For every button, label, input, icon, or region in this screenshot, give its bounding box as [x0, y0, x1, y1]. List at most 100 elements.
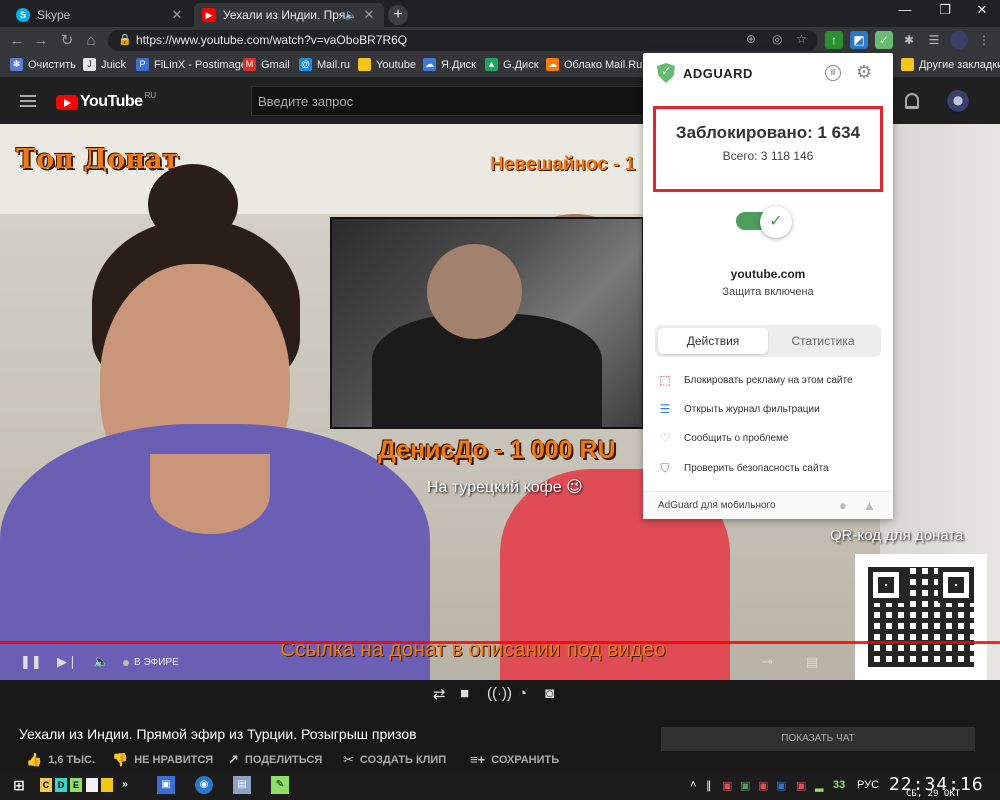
tray-app-icon[interactable]: ▣ [796, 779, 806, 792]
bookmark-item[interactable]: Другие закладки [901, 58, 1000, 71]
tray-clip-icon[interactable]: ∥ [706, 779, 712, 792]
stop-icon[interactable]: ■ [460, 685, 469, 702]
show-chat-button[interactable]: ПОКАЗАТЬ ЧАТ [661, 727, 975, 751]
like-button[interactable]: 👍 1,6 ТЫС. [26, 752, 95, 768]
broadcast-icon[interactable]: ((·)) [487, 685, 512, 702]
progress-bar[interactable] [0, 641, 1000, 644]
bookmark-label: Облако Mail.Ru [564, 58, 643, 71]
windows-taskbar: ⊞ C D E » ▣ ◉ ▤ ✎ ˄ ∥ ▣ ▣ ▣ ▣ ▣ ▂ 33 РУС [0, 772, 1000, 800]
new-tab-button[interactable]: + [388, 5, 408, 25]
tray-app-icon[interactable]: ▣ [740, 779, 750, 792]
browser-icon[interactable]: ◉ [195, 776, 213, 794]
bookmark-label: Juick [101, 58, 127, 71]
region-code: RU [144, 90, 157, 100]
tab-skype[interactable]: S Skype ✕ [8, 3, 192, 27]
bookmark-item[interactable]: ☁ Я.Диск [423, 58, 476, 71]
protection-toggle[interactable]: ✓ [736, 206, 798, 238]
close-window-button[interactable]: ✕ [962, 2, 1000, 18]
bookmark-item[interactable]: ✽ Очистить [10, 58, 76, 71]
action-check-security[interactable]: ⛉ Проверить безопасность сайта [658, 461, 828, 476]
forward-icon[interactable]: → [30, 30, 52, 52]
reload-icon[interactable]: ↻ [56, 30, 78, 52]
bookmark-item[interactable]: M Gmail [243, 58, 290, 71]
apple-icon[interactable]: ● [839, 498, 847, 513]
language-indicator[interactable]: РУС [857, 779, 879, 791]
save-button[interactable]: ≡+ СОХРАНИТЬ [470, 752, 559, 767]
next-icon[interactable]: ▶❘ [57, 654, 78, 670]
tab-youtube[interactable]: ▶ Уехали из Индии. Прямой э 🔈 ✕ [194, 3, 384, 27]
menu-icon[interactable]: ⋮ [975, 31, 993, 49]
tray-app-icon[interactable]: ▣ [722, 779, 732, 792]
back-icon[interactable]: ← [6, 30, 28, 52]
folder-icon[interactable] [101, 778, 113, 792]
extension-square-icon[interactable]: ◩ [850, 31, 868, 49]
hamburger-menu-icon[interactable] [20, 95, 36, 107]
clip-button[interactable]: ✂ СОЗДАТЬ КЛИП [343, 752, 446, 768]
youtube-logo[interactable]: YouTube RU [56, 90, 157, 111]
share-button[interactable]: ↗ ПОДЕЛИТЬСЯ [228, 752, 322, 768]
address-url[interactable]: https://www.youtube.com/watch?v=vaOboBR7… [136, 33, 407, 47]
speaker-icon[interactable]: 🔈 [345, 10, 357, 21]
action-block-ads[interactable]: ⬚ Блокировать рекламу на этом сайте [658, 373, 852, 387]
adguard-footer[interactable]: AdGuard для мобильного ● ▲ [643, 491, 893, 519]
avatar[interactable] [946, 90, 970, 114]
android-icon[interactable]: ▲ [863, 498, 876, 513]
action-filter-log[interactable]: ☰ Открыть журнал фильтрации [658, 402, 820, 416]
volume-icon[interactable]: 🔈 [93, 654, 109, 670]
search-input[interactable]: Введите запрос [251, 86, 646, 116]
extension-arrow-icon[interactable]: ↑ [825, 31, 843, 49]
mobile-link[interactable]: AdGuard для мобильного [658, 500, 776, 511]
pause-icon[interactable]: ❚❚ [20, 654, 42, 670]
playlist-icon[interactable]: ☰ [925, 31, 943, 49]
site-domain: youtube.com [730, 267, 806, 281]
computer-icon[interactable]: ▤ [233, 776, 251, 794]
star-icon[interactable]: ☆ [796, 32, 807, 46]
dislike-button[interactable]: 👎 НЕ НРАВИТСЯ [112, 752, 213, 768]
tray-number[interactable]: 33 [833, 779, 845, 791]
live-indicator[interactable]: В ЭФИРЕ [123, 657, 179, 668]
address-bar[interactable]: 🔒 https://www.youtube.com/watch?v=vaOboB… [108, 30, 818, 51]
camera-icon[interactable]: ◙ [545, 685, 554, 702]
bell-icon[interactable] [905, 93, 919, 109]
tray-battery-icon[interactable]: ▂ [815, 779, 823, 792]
tray-app-icon[interactable]: ▣ [776, 779, 786, 792]
notes-icon[interactable] [86, 778, 98, 792]
minimize-button[interactable]: — [885, 2, 925, 17]
windows-start-icon[interactable]: ⊞ [10, 776, 28, 794]
bookmark-item[interactable]: @ Mail.ru [299, 58, 350, 71]
close-icon[interactable]: ✕ [170, 7, 184, 23]
folder-icon [358, 58, 371, 71]
close-icon[interactable]: ✕ [362, 7, 376, 23]
tray-app-icon[interactable]: ▣ [758, 779, 768, 792]
subtitles-icon[interactable]: ▤ [806, 654, 818, 670]
puzzle-icon[interactable]: ✱ [900, 31, 918, 49]
adguard-extension-icon[interactable]: ✓ [875, 31, 893, 49]
restore-button[interactable]: ❐ [925, 2, 965, 18]
gear-icon[interactable]: ⚙ [856, 62, 872, 83]
action-report-problem[interactable]: ♡ Сообщить о проблеме [658, 431, 789, 445]
autoplay-toggle[interactable]: ⊸ [762, 654, 773, 670]
bookmark-item[interactable]: ▲ G.Диск [485, 58, 539, 71]
screen: S Skype ✕ ▶ Уехали из Индии. Прямой э 🔈 … [0, 0, 1000, 800]
bookmark-icon: ☁ [423, 58, 436, 71]
chevron-icon[interactable]: » [116, 776, 134, 794]
pause-icon[interactable]: II [825, 65, 841, 81]
bookmark-item[interactable]: J Juick [83, 58, 126, 71]
tab-actions[interactable]: Действия [658, 328, 768, 354]
notepad-icon[interactable]: ✎ [271, 776, 289, 794]
add-icon[interactable]: ⊕ [746, 32, 756, 46]
eye-off-icon[interactable]: ◎ [772, 32, 782, 46]
tray-up-icon[interactable]: ˄ [690, 779, 696, 791]
drive-e-icon[interactable]: E [70, 778, 82, 792]
drive-d-icon[interactable]: D [55, 778, 67, 792]
tab-statistics[interactable]: Статистика [768, 328, 878, 354]
home-icon[interactable]: ⌂ [80, 30, 102, 52]
bookmark-item[interactable]: P FiLinX - Postimage [136, 58, 247, 71]
profile-avatar[interactable] [950, 31, 968, 49]
speed-icon[interactable]: ◔ [518, 685, 527, 702]
drive-c-icon[interactable]: C [40, 778, 52, 792]
loop-icon[interactable]: ⇄ [433, 685, 446, 703]
bookmark-item[interactable]: ☁ Облако Mail.Ru [546, 58, 642, 71]
bookmark-item[interactable]: Youtube [358, 58, 416, 71]
save-disk-icon[interactable]: ▣ [157, 776, 175, 794]
